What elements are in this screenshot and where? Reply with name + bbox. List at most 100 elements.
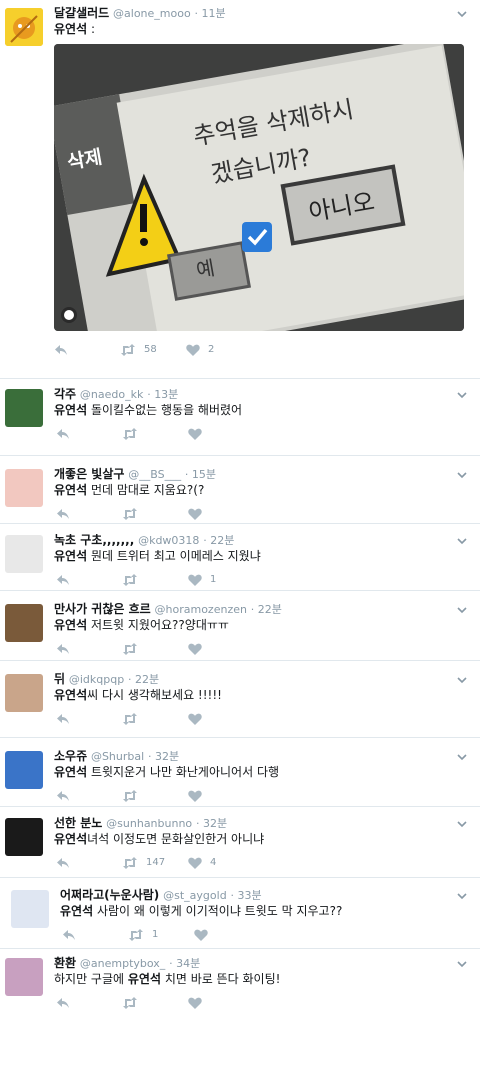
- like-icon[interactable]: [188, 506, 210, 522]
- display-name[interactable]: 뒤: [54, 672, 65, 686]
- mention-link[interactable]: 유연석: [54, 549, 87, 563]
- handle[interactable]: @alone_mooo: [113, 7, 191, 20]
- reply-icon[interactable]: [56, 572, 70, 588]
- avatar[interactable]: [5, 958, 43, 996]
- retweet-icon[interactable]: [122, 788, 146, 804]
- like-icon[interactable]: [188, 426, 210, 442]
- handle[interactable]: @kdw0318: [138, 534, 199, 547]
- chevron-down-icon[interactable]: [456, 818, 468, 830]
- avatar[interactable]: [5, 751, 43, 789]
- tweet-text: 돌이킬수없는 행동을 해버렸어: [87, 403, 243, 417]
- display-name[interactable]: 만사가 귀찮은 흐르: [54, 602, 151, 616]
- handle[interactable]: @naedo_kk: [80, 388, 143, 401]
- avatar[interactable]: [5, 674, 43, 712]
- retweet-icon[interactable]: 58: [120, 342, 157, 358]
- divider: [0, 806, 480, 807]
- display-name[interactable]: 개좋은 빛살구: [54, 467, 124, 481]
- timestamp[interactable]: 34분: [176, 957, 200, 970]
- timestamp[interactable]: 32분: [155, 750, 179, 763]
- like-icon[interactable]: [194, 927, 216, 943]
- retweet-icon[interactable]: [122, 711, 146, 727]
- mention-link[interactable]: 유연석: [54, 483, 87, 497]
- mention-link[interactable]: 유연석: [54, 765, 87, 779]
- avatar[interactable]: [5, 389, 43, 427]
- reply-icon[interactable]: [54, 342, 68, 358]
- tweet: 달걀샐러드 @alone_mooo · 11분 유연석 : 삭제 추억을 삭제하…: [0, 0, 480, 370]
- reply-icon[interactable]: [56, 426, 70, 442]
- handle[interactable]: @sunhanbunno: [106, 817, 192, 830]
- timestamp[interactable]: 22분: [135, 673, 159, 686]
- reply-icon[interactable]: [56, 711, 70, 727]
- timestamp[interactable]: 13분: [154, 388, 178, 401]
- retweet-icon[interactable]: [122, 426, 146, 442]
- handle[interactable]: @__BS___: [128, 468, 181, 481]
- tweet-text-prefix: 하지만 구글에: [54, 972, 128, 986]
- retweet-count: 147: [146, 857, 166, 868]
- display-name[interactable]: 선한 분노: [54, 816, 102, 830]
- chevron-down-icon[interactable]: [456, 8, 468, 20]
- display-name[interactable]: 녹초 구초,,,,,,,: [54, 533, 134, 547]
- handle[interactable]: @horamozenzen: [155, 603, 247, 616]
- display-name[interactable]: 달걀샐러드: [54, 6, 109, 20]
- chevron-down-icon[interactable]: [456, 674, 468, 686]
- like-icon[interactable]: 1: [188, 572, 216, 588]
- like-icon[interactable]: [188, 641, 210, 657]
- avatar[interactable]: [5, 535, 43, 573]
- timestamp[interactable]: 33분: [238, 889, 262, 902]
- reply-icon[interactable]: [62, 927, 76, 943]
- divider: [0, 948, 480, 949]
- divider: [0, 523, 480, 524]
- timestamp[interactable]: 22분: [258, 603, 282, 616]
- mention-link[interactable]: 유연석: [60, 904, 93, 918]
- tweet-image[interactable]: 삭제 추억을 삭제하시 겠습니까? 예 아니오: [54, 44, 464, 331]
- tweet-text: 씨 다시 생각해보세요 !!!!!: [87, 688, 222, 702]
- like-icon[interactable]: [188, 711, 210, 727]
- chevron-down-icon[interactable]: [456, 751, 468, 763]
- like-icon[interactable]: 4: [188, 855, 216, 871]
- retweet-icon[interactable]: 1: [128, 927, 158, 943]
- display-name[interactable]: 어쩌라고(누운사람): [60, 888, 159, 902]
- handle[interactable]: @idkqpqp: [69, 673, 124, 686]
- handle[interactable]: @anemptybox_: [80, 957, 165, 970]
- like-count: 4: [210, 857, 217, 868]
- retweet-icon[interactable]: [122, 641, 146, 657]
- timestamp[interactable]: 22분: [210, 534, 234, 547]
- mention-link[interactable]: 유연석: [54, 22, 87, 36]
- chevron-down-icon[interactable]: [456, 389, 468, 401]
- retweet-icon[interactable]: [122, 995, 146, 1011]
- chevron-down-icon[interactable]: [456, 890, 468, 902]
- reply-icon[interactable]: [56, 641, 70, 657]
- mention-link[interactable]: 유연석: [54, 403, 87, 417]
- like-icon[interactable]: [188, 788, 210, 804]
- chevron-down-icon[interactable]: [456, 535, 468, 547]
- retweet-icon[interactable]: 147: [122, 855, 165, 871]
- avatar[interactable]: [5, 818, 43, 856]
- avatar[interactable]: [5, 469, 43, 507]
- avatar[interactable]: [5, 8, 43, 46]
- reply-icon[interactable]: [56, 788, 70, 804]
- like-icon[interactable]: 2: [186, 342, 214, 358]
- chevron-down-icon[interactable]: [456, 469, 468, 481]
- handle[interactable]: @Shurbal: [91, 750, 144, 763]
- mention-link[interactable]: 유연석: [54, 618, 87, 632]
- reply-icon[interactable]: [56, 995, 70, 1011]
- mention-link[interactable]: 유연석: [54, 832, 87, 846]
- avatar[interactable]: [11, 890, 49, 928]
- timestamp[interactable]: 32분: [203, 817, 227, 830]
- display-name[interactable]: 각주: [54, 387, 76, 401]
- avatar[interactable]: [5, 604, 43, 642]
- handle[interactable]: @st_aygold: [163, 889, 227, 902]
- reply-icon[interactable]: [56, 855, 70, 871]
- mention-link[interactable]: 유연석: [54, 688, 87, 702]
- like-icon[interactable]: [188, 995, 210, 1011]
- chevron-down-icon[interactable]: [456, 604, 468, 616]
- timestamp[interactable]: 11분: [202, 7, 226, 20]
- display-name[interactable]: 소우쥬: [54, 749, 87, 763]
- mention-link[interactable]: 유연석: [128, 972, 161, 986]
- chevron-down-icon[interactable]: [456, 958, 468, 970]
- timestamp[interactable]: 15분: [192, 468, 216, 481]
- retweet-icon[interactable]: [122, 572, 146, 588]
- retweet-icon[interactable]: [122, 506, 146, 522]
- reply-icon[interactable]: [56, 506, 70, 522]
- display-name[interactable]: 환환: [54, 956, 76, 970]
